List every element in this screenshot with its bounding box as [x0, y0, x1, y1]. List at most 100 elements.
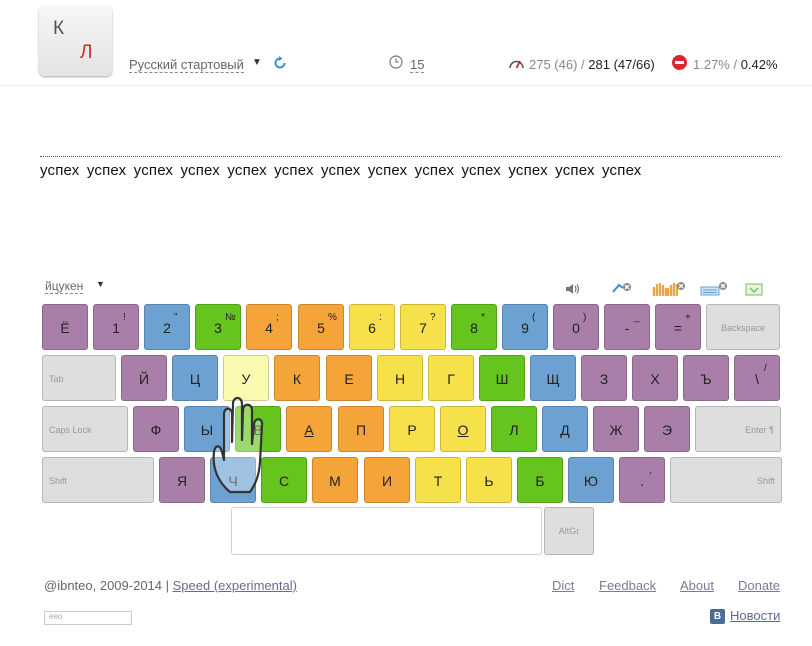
- news-link[interactable]: Новости: [730, 608, 780, 623]
- key-label: У: [241, 371, 251, 387]
- key-char[interactable]: 7?: [400, 304, 446, 350]
- key-char[interactable]: Г: [428, 355, 474, 401]
- key-char[interactable]: 8 *: [451, 304, 497, 350]
- key-backspace[interactable]: Backspace: [706, 304, 780, 350]
- key-char[interactable]: Э: [644, 406, 690, 452]
- key-shift-label: _: [634, 312, 640, 323]
- speed-link[interactable]: Speed (experimental): [173, 578, 297, 593]
- key-char[interactable]: Д: [542, 406, 588, 452]
- keyboard-toggle-icon[interactable]: [700, 282, 728, 296]
- key-char[interactable]: Е: [326, 355, 372, 401]
- key-char[interactable]: А: [286, 406, 332, 452]
- key-shift-label: №: [225, 312, 236, 323]
- key-char[interactable]: К: [274, 355, 320, 401]
- key-char[interactable]: 3 №: [195, 304, 241, 350]
- key-char[interactable]: Ж: [593, 406, 639, 452]
- key-char[interactable]: Ъ: [683, 355, 729, 401]
- clock-icon: [389, 55, 403, 69]
- donate-link[interactable]: Donate: [738, 578, 780, 593]
- key-enter[interactable]: Enter ¶: [695, 406, 781, 452]
- reload-icon[interactable]: [272, 55, 288, 71]
- ad-text: eeo: [49, 612, 63, 621]
- key-label: П: [355, 422, 367, 438]
- key-char[interactable]: Ф: [133, 406, 179, 452]
- key-char[interactable]: И: [364, 457, 410, 503]
- chevron-down-icon[interactable]: ▼: [252, 57, 262, 68]
- key-char[interactable]: Й: [121, 355, 167, 401]
- key-label: К: [292, 371, 302, 387]
- error-stats: 1.27% / 0.42%: [693, 57, 778, 72]
- key-char[interactable]: 4;: [246, 304, 292, 350]
- fullscreen-icon[interactable]: [745, 282, 763, 296]
- key-label: Э: [661, 422, 673, 438]
- key-char[interactable]: Н: [377, 355, 423, 401]
- key-char[interactable]: 0): [553, 304, 599, 350]
- vk-icon[interactable]: B: [710, 609, 725, 624]
- key-label: Е: [344, 371, 354, 387]
- key-char[interactable]: \ /: [734, 355, 780, 401]
- key-shift-label: ?: [430, 312, 436, 323]
- key-char[interactable]: 2 ": [144, 304, 190, 350]
- key-char[interactable]: Ь: [466, 457, 512, 503]
- key-label: Ю: [583, 473, 599, 489]
- header-divider: [0, 85, 812, 86]
- dict-link[interactable]: Dict: [552, 578, 574, 593]
- key-altgr[interactable]: AltGr: [544, 507, 594, 555]
- key-space[interactable]: [231, 507, 542, 555]
- key-label: Г: [447, 371, 455, 387]
- typing-stats-icon[interactable]: [611, 282, 633, 296]
- key-char[interactable]: 1!: [93, 304, 139, 350]
- key-label: -: [624, 320, 630, 336]
- about-link[interactable]: About: [680, 578, 714, 593]
- key-label: \: [755, 371, 759, 387]
- author-link[interactable]: @ibnteo: [44, 578, 93, 593]
- key-char[interactable]: Щ: [530, 355, 576, 401]
- key-label: 2: [163, 320, 171, 336]
- key-char[interactable]: 6:: [349, 304, 395, 350]
- lesson-selector[interactable]: Русский стартовый: [129, 57, 244, 73]
- key-label: Caps Lock: [49, 425, 92, 435]
- footer-years: , 2009-2014 |: [92, 578, 173, 593]
- key-char[interactable]: Ё: [42, 304, 88, 350]
- key-char[interactable]: .,: [619, 457, 665, 503]
- sound-icon[interactable]: [564, 282, 582, 296]
- key-char[interactable]: = +: [655, 304, 701, 350]
- layout-selector[interactable]: йцукен: [45, 279, 84, 294]
- key-label: =: [673, 320, 683, 336]
- key-label: Ж: [609, 422, 623, 438]
- key-char[interactable]: П: [338, 406, 384, 452]
- key-char[interactable]: З: [581, 355, 627, 401]
- key-label: 4: [265, 320, 273, 336]
- key-label: З: [599, 371, 609, 387]
- speedometer-icon: [509, 60, 524, 69]
- errors-best: 0.42%: [740, 57, 778, 72]
- home-key-label: О: [457, 422, 469, 438]
- key-char[interactable]: Р: [389, 406, 435, 452]
- hands-icon[interactable]: [652, 282, 686, 296]
- key-char[interactable]: Я: [159, 457, 205, 503]
- key-char[interactable]: Х: [632, 355, 678, 401]
- ad-banner[interactable]: eeo: [44, 611, 132, 625]
- key-char[interactable]: Т: [415, 457, 461, 503]
- key-char[interactable]: М: [312, 457, 358, 503]
- key-tab[interactable]: Tab: [42, 355, 116, 401]
- key-shift[interactable]: Shift: [670, 457, 782, 503]
- key-shift-label: ,: [649, 465, 652, 476]
- key-label: Ф: [150, 422, 162, 438]
- key-char[interactable]: О: [440, 406, 486, 452]
- key-char[interactable]: 9(: [502, 304, 548, 350]
- text-baseline: [40, 156, 780, 157]
- typing-text[interactable]: успех успех успех успех успех успех успе…: [40, 162, 641, 179]
- timer-value[interactable]: 15: [410, 57, 425, 73]
- chevron-down-icon[interactable]: ▼: [96, 279, 105, 289]
- key-char[interactable]: - _: [604, 304, 650, 350]
- feedback-link[interactable]: Feedback: [599, 578, 656, 593]
- key-shift[interactable]: Shift: [42, 457, 154, 503]
- key-char[interactable]: Ш: [479, 355, 525, 401]
- key-char[interactable]: Ю: [568, 457, 614, 503]
- key-char[interactable]: Л: [491, 406, 537, 452]
- key-char[interactable]: 5%: [298, 304, 344, 350]
- key-caps-lock[interactable]: Caps Lock: [42, 406, 128, 452]
- key-char[interactable]: Б: [517, 457, 563, 503]
- key-label: Ш: [495, 371, 509, 387]
